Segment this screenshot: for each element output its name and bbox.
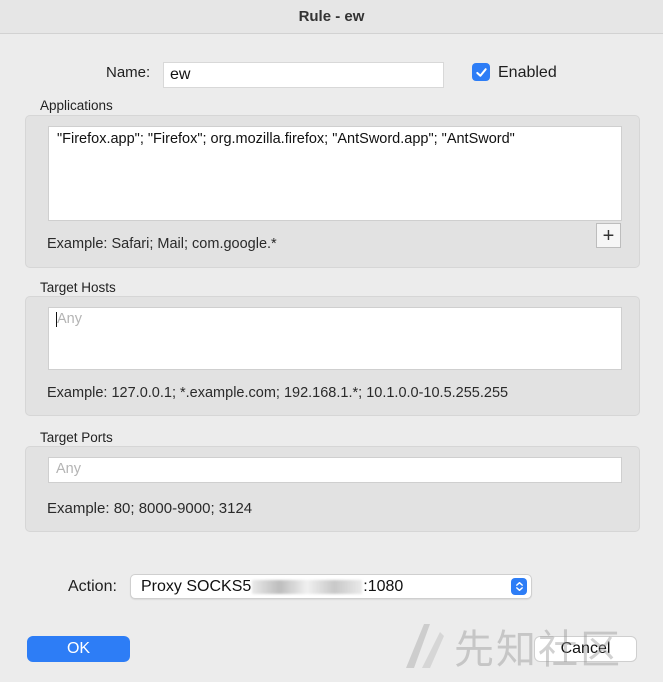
action-value-suffix: :1080 <box>363 578 404 595</box>
enabled-checkbox[interactable] <box>472 63 490 81</box>
enabled-label: Enabled <box>498 64 557 81</box>
applications-example: Example: Safari; Mail; com.google.* <box>47 236 277 252</box>
action-select[interactable]: Proxy SOCKS5 :1080 <box>130 574 532 599</box>
add-application-button[interactable]: + <box>596 223 621 248</box>
target-ports-placeholder: Any <box>56 461 81 477</box>
chevron-up-down-icon <box>511 578 527 595</box>
applications-textarea[interactable]: "Firefox.app"; "Firefox"; org.mozilla.fi… <box>48 126 622 221</box>
applications-label: Applications <box>40 98 113 113</box>
window-title: Rule - ew <box>298 8 365 25</box>
target-ports-example: Example: 80; 8000-9000; 3124 <box>47 500 253 517</box>
target-hosts-textarea[interactable]: Any <box>48 307 622 370</box>
target-hosts-example: Example: 127.0.0.1; *.example.com; 192.1… <box>47 385 509 401</box>
name-label: Name: <box>106 64 151 81</box>
target-ports-field[interactable]: Any <box>48 457 622 483</box>
watermark-logo-icon <box>406 624 444 668</box>
action-value-prefix: Proxy SOCKS5 <box>141 578 252 595</box>
applications-value: "Firefox.app"; "Firefox"; org.mozilla.fi… <box>57 131 515 147</box>
target-hosts-label: Target Hosts <box>40 280 116 295</box>
title-bar: Rule - ew <box>0 0 663 34</box>
cancel-button[interactable]: Cancel <box>534 636 637 662</box>
ok-button[interactable]: OK <box>27 636 130 662</box>
plus-icon: + <box>602 224 615 247</box>
target-hosts-placeholder: Any <box>57 311 82 327</box>
checkmark-icon <box>475 67 487 77</box>
action-label: Action: <box>68 578 117 595</box>
name-field[interactable]: ew <box>163 62 444 88</box>
redacted-address <box>252 579 363 594</box>
target-ports-label: Target Ports <box>40 430 113 445</box>
